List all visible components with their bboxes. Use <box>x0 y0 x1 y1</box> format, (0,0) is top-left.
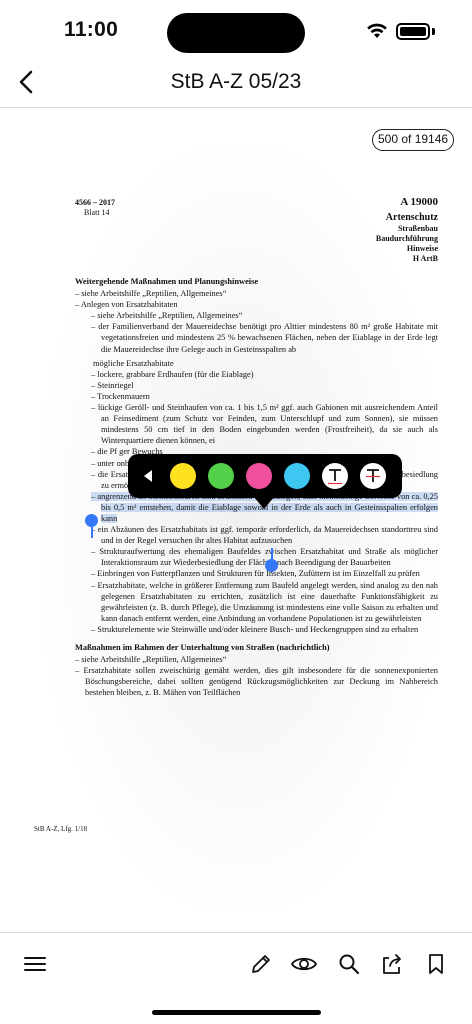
list-item: – siehe Arbeitshilfe „Reptilien, Allgeme… <box>91 311 243 321</box>
share-button[interactable] <box>379 951 405 977</box>
triangle-left-icon <box>144 470 152 482</box>
document-viewer[interactable]: 500 of 19146 4566 – 2017 Blatt 14 A 1900… <box>0 108 472 932</box>
list-item: – ein Abzäunen des Ersatzhabitats ist gg… <box>91 525 438 546</box>
bookmark-button[interactable] <box>423 951 449 977</box>
document-heading: Artenschutz <box>385 212 438 223</box>
search-icon <box>339 954 360 975</box>
document-footer: StB A-Z, Lfg. 1/18 <box>34 825 88 833</box>
document-number: 4566 – 2017 <box>75 198 115 207</box>
document-sheet: Blatt 14 <box>84 208 110 217</box>
status-bar: 11:00 <box>0 0 472 56</box>
section-heading: Weitergehende Maßnahmen und Planungshinw… <box>75 277 259 286</box>
list-item: – lückige Geröll- und Steinhaufen von ca… <box>91 403 438 446</box>
selection-end-handle[interactable] <box>265 559 278 572</box>
search-button[interactable] <box>336 951 362 977</box>
list-item: – siehe Arbeitshilfe „Reptilien, Allgeme… <box>75 655 227 665</box>
document-subheadings: Straßenbau Baudurchführung Hinweise H Ar… <box>376 224 438 264</box>
list-item: – Einbringen von Futterpflanzen und Stru… <box>91 569 420 579</box>
battery-icon <box>396 23 430 40</box>
wifi-icon <box>367 23 387 38</box>
subheading: Straßenbau <box>397 224 438 233</box>
section-heading: Maßnahmen im Rahmen der Unterhaltung von… <box>75 643 330 652</box>
green-swatch[interactable] <box>208 463 234 489</box>
navigation-bar: StB A-Z 05/23 <box>0 56 472 108</box>
list-item: – Strukturaufwertung des ehemaligen Bauf… <box>91 547 438 568</box>
yellow-swatch[interactable] <box>170 463 196 489</box>
selection-start-handle[interactable] <box>85 514 98 527</box>
share-icon <box>383 954 401 974</box>
underline-text-icon <box>328 469 342 485</box>
pencil-icon <box>252 955 270 973</box>
home-indicator <box>152 1010 321 1015</box>
eye-icon <box>291 957 317 971</box>
list-item: – Anlegen von Ersatzhabitaten <box>75 300 178 310</box>
list-item: – Ersatzhabitate, welche in größerer Ent… <box>91 580 438 623</box>
highlight-color-toolbar <box>128 454 402 498</box>
list-item: – der Familienverband der Mauereidechse … <box>91 322 438 354</box>
underline-button[interactable] <box>322 463 348 489</box>
blue-swatch[interactable] <box>284 463 310 489</box>
list-item: mögliche Ersatzhabitate <box>93 358 174 368</box>
menu-button[interactable] <box>22 951 48 977</box>
view-button[interactable] <box>291 951 317 977</box>
strikethrough-button[interactable] <box>360 463 386 489</box>
status-time: 11:00 <box>64 18 119 41</box>
document-code: A 19000 <box>400 196 438 208</box>
page-title: StB A-Z 05/23 <box>170 70 302 93</box>
menu-icon <box>24 957 46 971</box>
bookmark-icon <box>429 954 443 974</box>
annotate-button[interactable] <box>248 951 274 977</box>
subheading: Baudurchführung <box>375 234 438 243</box>
list-item: – lockere, grabbare Erdhaufen (für die E… <box>91 369 254 379</box>
list-item: – Steinriegel <box>91 380 134 390</box>
subheading: H ArtB <box>412 254 438 263</box>
strikethrough-text-icon <box>366 469 380 482</box>
pink-swatch[interactable] <box>246 463 272 489</box>
list-item: – Trockenmauern <box>91 391 150 401</box>
page-counter-badge: 500 of 19146 <box>372 129 455 151</box>
list-item: – siehe Arbeitshilfe „Reptilien, Allgeme… <box>75 289 227 299</box>
subheading: Hinweise <box>406 244 438 253</box>
dynamic-island <box>167 13 305 53</box>
list-item: – Ersatzhabitate sollen zweischürig gemä… <box>75 666 438 698</box>
toolbar-back-button[interactable] <box>140 466 156 486</box>
list-item: – Strukturelemente wie Steinwälle und/od… <box>91 624 419 634</box>
